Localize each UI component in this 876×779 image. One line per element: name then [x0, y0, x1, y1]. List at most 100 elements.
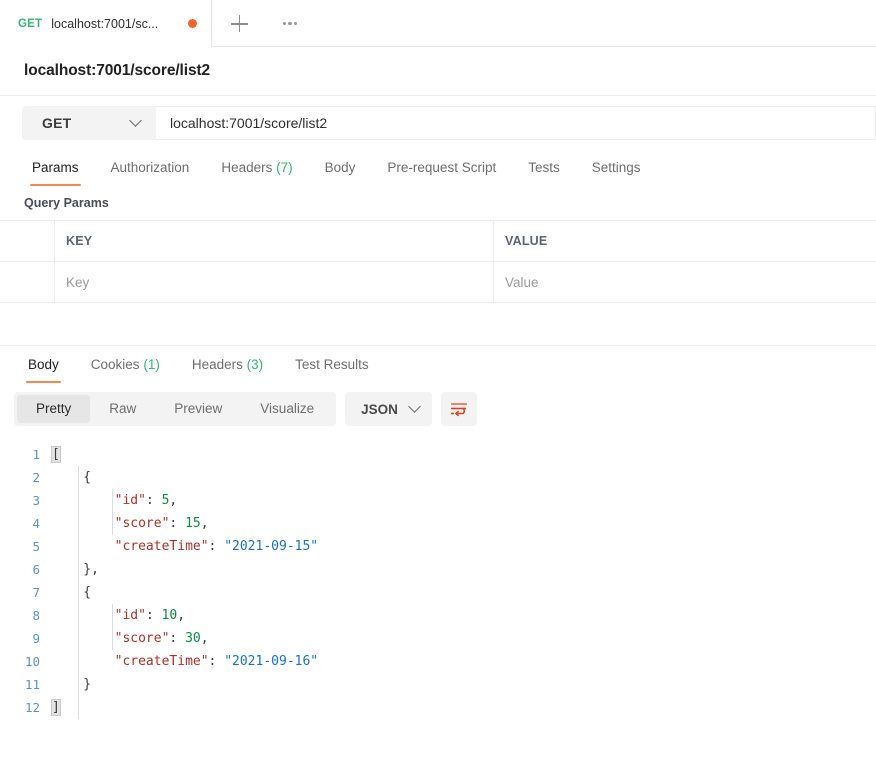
format-visualize-button[interactable]: Visualize: [241, 395, 333, 423]
code-token: {: [52, 585, 92, 600]
code-line-text: {: [52, 470, 91, 485]
code-token: }: [52, 677, 92, 692]
code-line-number: 11: [24, 677, 40, 692]
code-line-number: 6: [32, 562, 40, 577]
code-token: :: [145, 608, 162, 623]
code-token: "createTime": [114, 654, 209, 669]
response-tab-headers[interactable]: Headers (3): [176, 357, 279, 383]
response-tab-test-results-label: Test Results: [295, 357, 369, 372]
response-tab-cookies-label: Cookies: [90, 357, 140, 372]
table-row[interactable]: Key Value: [0, 262, 876, 303]
tab-tests[interactable]: Tests: [512, 160, 576, 186]
response-body-code[interactable]: 1[2 {3 "id": 5, 4 "score": 15, 5 "createTi…: [0, 435, 876, 719]
code-line-text: },: [52, 562, 99, 577]
tab-headers-count: (7): [276, 160, 293, 175]
plus-icon: [230, 15, 248, 32]
code-line-number: 12: [24, 700, 40, 715]
code-line-number: 7: [32, 585, 40, 600]
code-token: :: [145, 493, 162, 508]
http-method-select[interactable]: GET: [22, 106, 156, 140]
word-wrap-button[interactable]: [440, 392, 477, 426]
format-pretty-button[interactable]: Pretty: [17, 395, 91, 423]
url-input[interactable]: localhost:7001/score/list2: [156, 106, 876, 140]
code-line-number: 9: [32, 631, 40, 646]
code-token: :: [169, 516, 186, 531]
code-line: 4 "score": 15,: [0, 512, 876, 535]
response-language-select[interactable]: JSON: [345, 392, 432, 426]
code-line: 11 }: [0, 673, 876, 696]
code-token: {: [52, 470, 92, 485]
request-section-tabs: Params Authorization Headers (7) Body Pr…: [0, 150, 876, 186]
param-value-input[interactable]: Value: [494, 262, 876, 302]
request-name-bar: localhost:7001/score/list2: [0, 47, 876, 96]
new-tab-button[interactable]: [212, 0, 266, 47]
code-line: 6 },: [0, 558, 876, 581]
code-token: :: [169, 631, 186, 646]
code-line: 5 "createTime": "2021-09-15": [0, 535, 876, 558]
request-tab-active[interactable]: GET localhost:7001/sc...: [0, 0, 212, 47]
http-method-value: GET: [42, 115, 72, 131]
code-line-number: 5: [32, 539, 40, 554]
tab-params[interactable]: Params: [16, 160, 95, 186]
code-line: 12]: [0, 696, 876, 719]
row-checkbox-cell[interactable]: [0, 262, 55, 302]
tab-method-label: GET: [18, 17, 43, 30]
tab-settings-label: Settings: [591, 160, 641, 175]
tab-headers[interactable]: Headers (7): [205, 160, 308, 186]
response-tab-body-label: Body: [28, 357, 59, 372]
code-line-text: "id": 5,: [52, 493, 178, 508]
ellipsis-dot: [288, 21, 292, 26]
tab-title-label: localhost:7001/sc...: [51, 16, 159, 31]
tab-params-label: Params: [32, 160, 79, 175]
code-line-number: 3: [32, 493, 40, 508]
tab-body[interactable]: Body: [309, 160, 372, 186]
query-params-table: KEY VALUE Key Value: [0, 220, 876, 303]
response-tab-cookies-count: (1): [143, 357, 160, 372]
code-line: 9 "score": 30,: [0, 627, 876, 650]
format-segmented-control: Pretty Raw Preview Visualize: [14, 392, 337, 426]
code-token: ,: [200, 631, 209, 646]
code-token: ]: [51, 699, 61, 716]
code-line: 1[: [0, 443, 876, 466]
unsaved-changes-dot: [188, 19, 197, 28]
code-line-number: 10: [24, 654, 40, 669]
tab-authorization-label: Authorization: [110, 160, 190, 175]
word-wrap-icon: [450, 403, 467, 417]
code-token: ,: [169, 493, 178, 508]
code-token: "score": [114, 631, 170, 646]
query-params-title: Query Params: [24, 196, 109, 210]
tab-tests-label: Tests: [528, 160, 560, 175]
code-line-text: "score": 30,: [52, 631, 209, 646]
code-line-text: ]: [51, 699, 61, 716]
code-token: "createTime": [114, 539, 209, 554]
tab-headers-label: Headers: [221, 160, 273, 175]
code-token: ,: [177, 608, 186, 623]
response-tab-body[interactable]: Body: [12, 357, 75, 383]
request-name: localhost:7001/score/list2: [24, 62, 211, 79]
response-tab-cookies[interactable]: Cookies (1): [75, 357, 176, 383]
code-token: "score": [114, 516, 170, 531]
tab-settings[interactable]: Settings: [576, 160, 657, 186]
tab-authorization[interactable]: Authorization: [95, 160, 206, 186]
postman-window: GET localhost:7001/sc... localhost:7001/…: [0, 0, 876, 779]
tab-options-button[interactable]: [266, 0, 314, 47]
code-line-number: 2: [32, 470, 40, 485]
url-bar: GET localhost:7001/score/list2: [0, 96, 876, 150]
request-tab-strip: GET localhost:7001/sc...: [0, 0, 876, 47]
ellipsis-dot: [282, 21, 286, 26]
code-token: "2021-09-15": [224, 539, 319, 554]
format-preview-button[interactable]: Preview: [155, 395, 241, 423]
code-line-number: 8: [32, 608, 40, 623]
param-key-input[interactable]: Key: [55, 262, 494, 302]
format-raw-button[interactable]: Raw: [90, 395, 155, 423]
code-line: 8 "id": 10,: [0, 604, 876, 627]
tab-pre-request-script-label: Pre-request Script: [387, 160, 497, 175]
response-tab-headers-label: Headers: [191, 357, 243, 372]
tab-pre-request-script[interactable]: Pre-request Script: [371, 160, 512, 186]
response-tab-test-results[interactable]: Test Results: [279, 357, 385, 383]
header-key-cell: KEY: [55, 221, 494, 261]
